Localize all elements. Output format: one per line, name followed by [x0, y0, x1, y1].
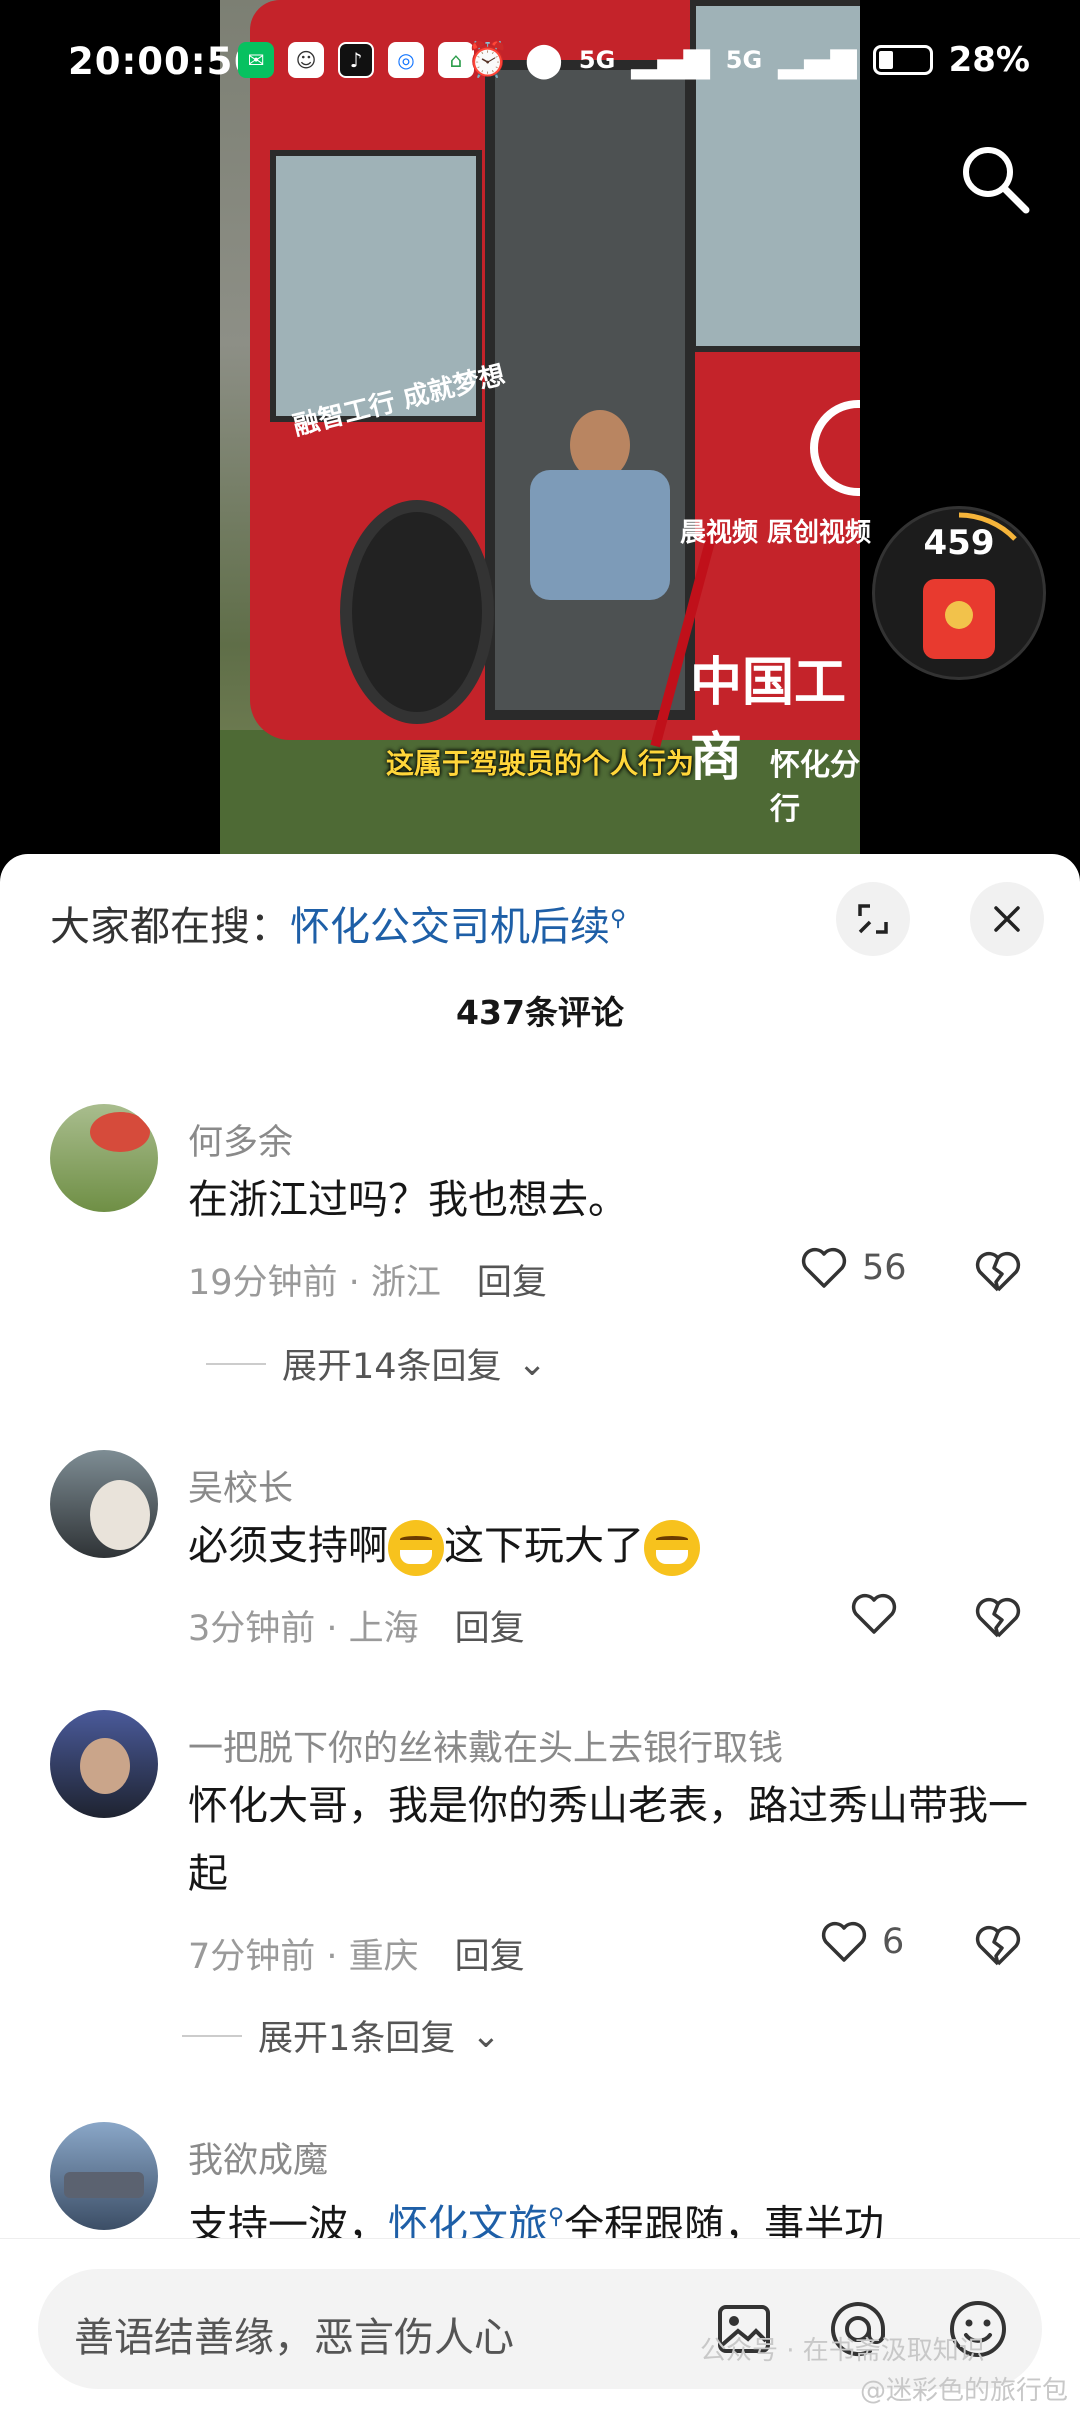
comment-text: 怀化大哥，我是你的秀山老表，路过秀山带我一起	[188, 1783, 1028, 1897]
comment-meta: 3分钟前 · 上海 回复	[188, 1600, 525, 1651]
heart-icon	[821, 1921, 867, 1962]
wechat-icon: ✉	[238, 42, 274, 78]
app-avatar-icon: ☺	[288, 42, 324, 78]
like-button[interactable]: 6	[820, 1920, 904, 1964]
reply-button[interactable]: 回复	[477, 1263, 547, 1303]
comment-count-title: 437条评论	[456, 993, 624, 1032]
browser-icon: ◎	[388, 42, 424, 78]
chevron-down-icon: ⌄	[517, 1343, 547, 1384]
network-2: 5G	[725, 46, 763, 74]
grinning-emoji-icon	[388, 1520, 444, 1576]
like-count: 6	[882, 1922, 905, 1962]
close-icon	[994, 906, 1020, 932]
comment-time-location: 7分钟前 · 重庆	[188, 1937, 419, 1977]
like-button[interactable]: 56	[800, 1246, 907, 1290]
network-1: 5G	[578, 46, 616, 74]
expand-replies-label: 展开14条回复	[282, 1347, 502, 1387]
status-time: 20:00:56	[68, 40, 261, 83]
redpacket-icon	[923, 579, 995, 659]
signal-icon: ▂▄▆	[778, 40, 857, 80]
comment-username[interactable]: 一把脱下你的丝袜戴在头上去银行取钱	[188, 1720, 783, 1771]
status-right: ⏰ ⬤ 5G ▂▄▆ 5G ▂▄▆ 28%	[466, 40, 1030, 80]
comments-sheet: 大家都在搜：怀化公交司机后续⚲ 437条评论 何多余 在浙江过吗？我也想去。 1…	[0, 854, 1080, 2414]
tiktok-icon: ♪	[338, 42, 374, 78]
avatar[interactable]	[50, 1104, 158, 1212]
comment-time-location: 3分钟前 · 上海	[188, 1609, 419, 1649]
comment-item: 何多余 在浙江过吗？我也想去。 19分钟前 · 浙江 回复 56 展开14条回复 …	[0, 1104, 1080, 1387]
reply-button[interactable]: 回复	[455, 1609, 525, 1649]
expand-sheet-button[interactable]	[836, 882, 910, 956]
avatar[interactable]	[50, 1450, 158, 1558]
avatar[interactable]	[50, 2122, 158, 2230]
bank-logo	[810, 400, 860, 496]
heart-icon	[801, 1247, 847, 1288]
broken-heart-icon[interactable]	[974, 1924, 1022, 1968]
footer-watermark: 公众号 · 在书斋汲取知识	[700, 2336, 985, 2366]
comment-text: 在浙江过吗？我也想去。	[188, 1177, 628, 1223]
status-bar: 20:00:56 ✉ ☺ ♪ ◎ ⌂ ⏰ ⬤ 5G ▂▄▆ 5G ▂▄▆ 28%	[0, 0, 1080, 130]
bus-wheel	[340, 500, 494, 724]
like-button[interactable]	[850, 1592, 898, 1636]
comment-meta: 19分钟前 · 浙江 回复	[188, 1254, 547, 1305]
alarm-icon: ⏰	[466, 40, 509, 80]
comment-username[interactable]: 吴校长	[188, 1460, 293, 1511]
search-icon[interactable]	[958, 142, 1032, 216]
comment-input-placeholder: 善语结善缘，恶言伤人心	[74, 2315, 514, 2361]
expand-replies[interactable]: 展开1条回复 ⌄	[182, 2010, 501, 2061]
close-button[interactable]	[970, 882, 1044, 956]
comment-username[interactable]: 何多余	[188, 1114, 293, 1165]
broken-heart-icon[interactable]	[974, 1596, 1022, 1640]
video-driver	[520, 410, 680, 670]
battery-level: 28%	[948, 40, 1030, 80]
reply-button[interactable]: 回复	[455, 1937, 525, 1977]
avatar[interactable]	[50, 1710, 158, 1818]
comment-item: 一把脱下你的丝袜戴在头上去银行取钱 怀化大哥，我是你的秀山老表，路过秀山带我一起…	[0, 1710, 1080, 2090]
comment-meta: 7分钟前 · 重庆 回复	[188, 1928, 525, 1979]
footer-watermark: @迷彩色的旅行包	[860, 2376, 1069, 2406]
signal-icon: ▂▄▆	[631, 40, 710, 80]
redpacket-button[interactable]: 459	[872, 506, 1046, 680]
comment-text: 必须支持啊 这下玩大了	[188, 1512, 1028, 1580]
hot-search[interactable]: 大家都在搜：怀化公交司机后续⚲	[50, 894, 626, 952]
broken-heart-icon[interactable]	[974, 1250, 1022, 1294]
comment-item: 吴校长 必须支持啊 这下玩大了 3分钟前 · 上海 回复	[0, 1450, 1080, 1650]
chevron-down-icon: ⌄	[471, 2015, 501, 2056]
search-icon: ⚲	[610, 906, 627, 932]
comment-username[interactable]: 我欲成魔	[188, 2132, 328, 2183]
video-caption: 这属于驾驶员的个人行为	[385, 747, 694, 780]
comment-time-location: 19分钟前 · 浙江	[188, 1263, 441, 1303]
video-watermark: 晨视频 原创视频	[680, 518, 872, 548]
expand-icon	[858, 904, 888, 934]
location-icon: ⬤	[524, 40, 563, 80]
redpacket-count: 459	[923, 523, 995, 563]
hot-search-label: 大家都在搜：	[50, 904, 290, 950]
notification-icons: ✉ ☺ ♪ ◎ ⌂	[238, 42, 474, 78]
like-count: 56	[862, 1248, 907, 1288]
expand-replies[interactable]: 展开14条回复 ⌄	[206, 1338, 547, 1389]
expand-replies-label: 展开1条回复	[258, 2019, 456, 2059]
grinning-emoji-icon	[644, 1520, 700, 1576]
search-icon: ⚲	[548, 2205, 565, 2230]
hot-search-link[interactable]: 怀化公交司机后续⚲	[290, 904, 626, 950]
heart-icon	[851, 1593, 897, 1634]
battery-icon	[872, 45, 933, 75]
